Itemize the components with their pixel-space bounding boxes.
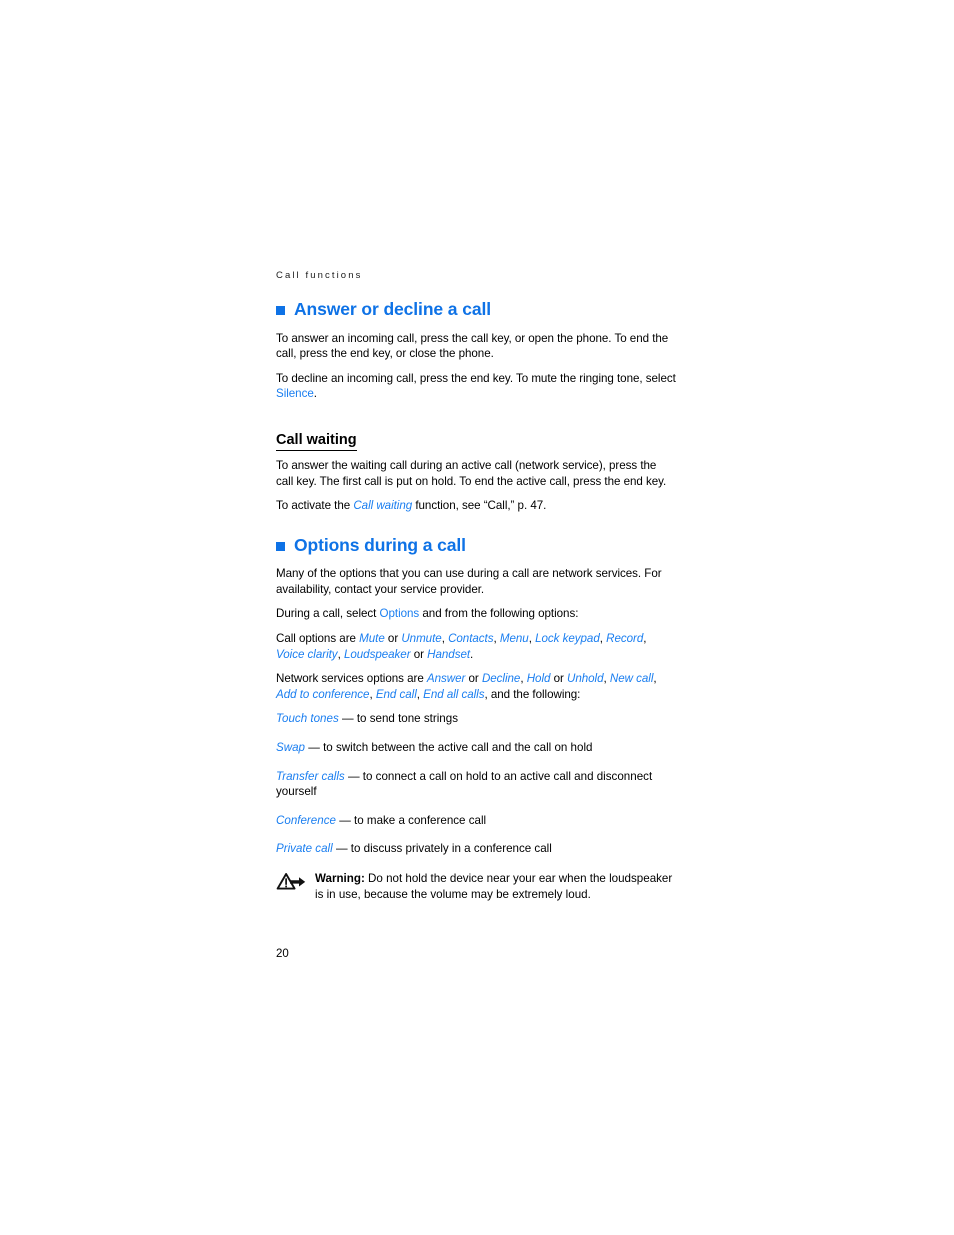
text-run: or <box>384 631 402 645</box>
term-loudspeaker: Loudspeaker <box>343 647 411 661</box>
text-run: To activate the <box>276 499 354 513</box>
text-run: Many of the options that you can use dur… <box>276 567 662 596</box>
term-handset: Handset <box>427 647 471 661</box>
term-new-call: New call <box>609 672 654 686</box>
text-run: To decline an incoming call, press the e… <box>276 371 676 385</box>
definition-row: Conference — to make a conference call <box>276 813 676 829</box>
warning-label: Warning: <box>315 871 365 885</box>
blue-square-bullet-icon <box>276 305 285 315</box>
running-head: Call functions <box>276 270 363 281</box>
definition-description: to switch between the active call and th… <box>323 740 593 754</box>
blue-square-bullet-icon <box>276 541 285 551</box>
text-run: Network services options are <box>276 672 427 686</box>
text-run: To answer the waiting call during an act… <box>276 459 667 488</box>
dash: — <box>308 740 320 754</box>
text-run: . <box>470 647 474 661</box>
text-run: and from the following options: <box>419 607 579 621</box>
term-contacts: Contacts <box>448 631 494 645</box>
paragraph-call-waiting-activate: To activate the Call waiting function, s… <box>276 498 676 514</box>
paragraph-answer-intro: To answer an incoming call, press the ca… <box>276 331 676 362</box>
warning-triangle-icon <box>276 872 306 894</box>
term-answer: Answer <box>426 672 466 686</box>
warning-body: Do not hold the device near your ear whe… <box>315 871 673 901</box>
term-options: Options <box>379 607 420 621</box>
term-add-to-conference: Add to conference <box>276 687 370 701</box>
definition-row: Touch tones — to send tone strings <box>276 711 676 727</box>
dash: — <box>339 813 351 827</box>
section-answer-or-decline-a-call: Answer or decline a call To answer an in… <box>276 299 676 514</box>
text-run: or <box>410 647 428 661</box>
definition-description: to discuss privately in a conference cal… <box>350 842 552 856</box>
text-run: . <box>313 387 317 401</box>
term-hold: Hold <box>526 672 551 686</box>
text-run: , <box>643 631 647 645</box>
term-touch-tones: Touch tones <box>276 712 339 726</box>
term-silence: Silence <box>276 387 314 401</box>
term-unhold: Unhold <box>566 672 604 686</box>
section-heading: Answer or decline a call <box>276 299 676 319</box>
text-run: , and the following: <box>484 687 581 701</box>
subsection-call-waiting: Call waiting <box>276 411 676 458</box>
text-run: Call options are <box>276 631 360 645</box>
term-transfer-calls: Transfer calls <box>276 769 345 783</box>
term-mute: Mute <box>359 631 385 645</box>
page-number: 20 <box>276 948 289 960</box>
text-run: or <box>550 672 567 686</box>
term-end-all-calls: End all calls <box>423 687 485 701</box>
dash: — <box>347 769 360 783</box>
paragraph-network-options-list: Network services options are Answer or D… <box>276 671 676 702</box>
term-private-call: Private call <box>276 842 333 856</box>
section-heading-label: Answer or decline a call <box>294 299 491 320</box>
term-call-waiting: Call waiting <box>353 499 413 513</box>
warning-text: Warning: Do not hold the device near you… <box>315 870 676 902</box>
paragraph-call-waiting-answer: To answer the waiting call during an act… <box>276 458 676 489</box>
warning-callout: Warning: Do not hold the device near you… <box>276 870 676 902</box>
text-run: function, see “Call,” p. 47. <box>412 499 547 513</box>
dash: — <box>335 842 348 856</box>
definition-row: Private call — to discuss privately in a… <box>276 841 676 857</box>
paragraph-options-select: During a call, select Options and from t… <box>276 606 676 622</box>
term-unmute: Unmute <box>401 631 442 645</box>
term-swap: Swap <box>276 740 306 754</box>
definition-row: Swap — to switch between the active call… <box>276 740 676 756</box>
term-decline: Decline <box>481 672 521 686</box>
paragraph-decline-intro: To decline an incoming call, press the e… <box>276 371 676 402</box>
definition-description: to send tone strings <box>356 712 458 726</box>
section-options-during-a-call: Options during a call Many of the option… <box>276 535 676 902</box>
definition-row: Transfer calls — to connect a call on ho… <box>276 769 676 800</box>
text-run: During a call, select <box>276 607 380 621</box>
term-voice-clarity: Voice clarity <box>276 647 338 661</box>
term-end-call: End call <box>375 687 417 701</box>
dash: — <box>341 712 354 726</box>
term-record: Record <box>606 631 644 645</box>
text-run: , <box>653 672 657 686</box>
section-heading-label: Options during a call <box>294 535 466 556</box>
text-run: or <box>465 672 482 686</box>
paragraph-options-network-services: Many of the options that you can use dur… <box>276 566 676 597</box>
paragraph-call-options-list: Call options are Mute or Unmute, Contact… <box>276 631 676 662</box>
text-run: To answer an incoming call, press the ca… <box>276 331 669 361</box>
term-lock-keypad: Lock keypad <box>535 631 600 645</box>
manual-page: Call functions Answer or decline a call … <box>0 0 954 1235</box>
definition-description: to make a conference call <box>354 813 487 827</box>
term-conference: Conference <box>276 813 336 827</box>
section-heading: Options during a call <box>276 535 676 555</box>
page-content: Call functions Answer or decline a call … <box>276 270 676 902</box>
subsection-heading-label: Call waiting <box>276 432 357 452</box>
term-menu: Menu <box>499 631 529 645</box>
